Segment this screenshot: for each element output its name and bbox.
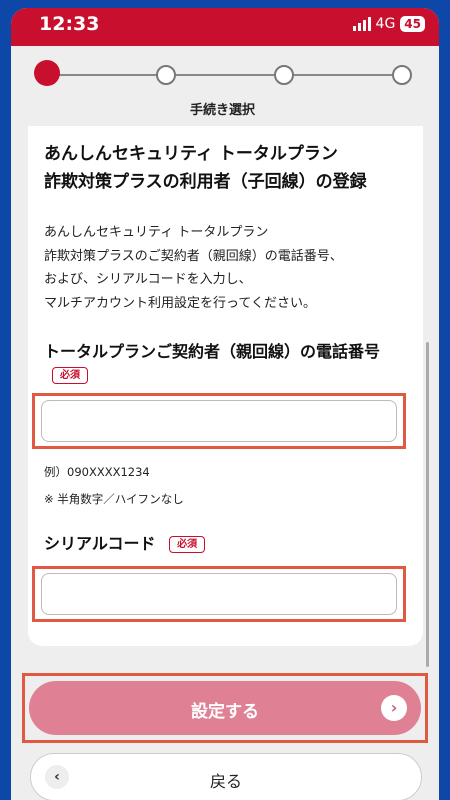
back-button[interactable]: ‹ 戻る bbox=[30, 753, 422, 800]
step-2 bbox=[156, 65, 176, 85]
phone-number-input[interactable] bbox=[41, 400, 397, 442]
page-title: あんしんセキュリティ トータルプラン 詐欺対策プラスの利用者（子回線）の登録 bbox=[44, 144, 367, 192]
description: あんしんセキュリティ トータルプラン 詐欺対策プラスのご契約者（親回線）の電話番… bbox=[44, 225, 343, 311]
battery-icon: 45 bbox=[400, 16, 425, 32]
serial-code-input[interactable] bbox=[41, 573, 397, 615]
step-1-active bbox=[34, 60, 60, 86]
phone-field-highlight bbox=[32, 393, 406, 449]
status-bar: 12:33 4G 45 bbox=[11, 8, 439, 46]
phone-field-label: トータルプランご契約者（親回線）の電話番号 bbox=[44, 342, 381, 361]
scrollbar[interactable] bbox=[426, 342, 429, 667]
phone-note: ※ 半角数字／ハイフンなし bbox=[44, 492, 184, 506]
chevron-right-icon: › bbox=[381, 695, 407, 721]
stepper-line bbox=[51, 74, 401, 76]
step-4 bbox=[392, 65, 412, 85]
registration-card: あんしんセキュリティ トータルプラン 詐欺対策プラスの利用者（子回線）の登録 あ… bbox=[28, 126, 423, 646]
serial-field-label: シリアルコード 必須 bbox=[44, 530, 206, 554]
step-label: 手続き選択 bbox=[190, 103, 256, 118]
status-time: 12:33 bbox=[39, 13, 100, 35]
phone-screen: 12:33 4G 45 手続き選択 あんしんセキュリティ トータルプラン 詐欺対… bbox=[11, 8, 439, 800]
submit-highlight: 設定する › bbox=[22, 673, 428, 743]
network-type: 4G bbox=[375, 16, 396, 32]
serial-field-highlight bbox=[32, 566, 406, 622]
progress-stepper: 手続き選択 bbox=[11, 46, 439, 126]
phone-required-badge: 必須 bbox=[52, 367, 88, 384]
step-3 bbox=[274, 65, 294, 85]
submit-button[interactable]: 設定する › bbox=[29, 681, 421, 735]
signal-icon bbox=[352, 17, 371, 31]
status-indicators: 4G 45 bbox=[352, 16, 425, 32]
serial-required-badge: 必須 bbox=[169, 536, 206, 553]
phone-example: 例）090XXXX1234 bbox=[44, 465, 150, 479]
